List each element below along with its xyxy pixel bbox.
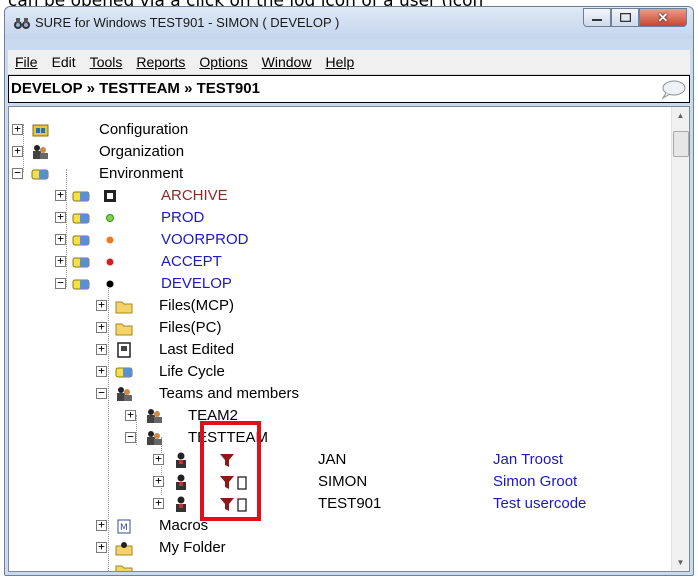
expand-toggle[interactable]: + — [125, 409, 136, 421]
user-icon — [176, 496, 186, 512]
document-icon — [117, 342, 131, 358]
people-icon — [147, 409, 162, 423]
minimize-icon — [592, 18, 602, 21]
expand-toggle[interactable]: + — [96, 541, 107, 553]
menu-bar: File Edit Tools Reports Options Window H… — [8, 50, 690, 75]
tree-item-last-edited[interactable]: + Last Edited — [9, 339, 671, 361]
tree-item-archive[interactable]: + ARCHIVE — [9, 185, 671, 207]
breadcrumb-bar: DEVELOP » TESTTEAM » TEST901 — [8, 75, 690, 103]
speech-balloon-icon[interactable] — [660, 79, 686, 99]
tree-item-my-folder[interactable]: + My Folder — [9, 537, 671, 559]
tree-item-voorprod[interactable]: + VOORPROD — [9, 229, 671, 251]
title-bar[interactable]: SURE for Windows TEST901 - SIMON ( DEVEL… — [5, 7, 693, 39]
menu-help[interactable]: Help — [318, 54, 361, 70]
tree-item-develop[interactable]: − DEVELOP — [9, 273, 671, 295]
expand-toggle[interactable]: + — [12, 145, 23, 157]
expand-toggle[interactable]: + — [153, 475, 164, 487]
expand-toggle[interactable]: + — [55, 189, 66, 201]
tree-item-accept[interactable]: + ACCEPT — [9, 251, 671, 273]
expand-toggle[interactable]: + — [12, 123, 23, 135]
menu-reports[interactable]: Reports — [129, 54, 192, 70]
folder-icon — [115, 565, 133, 571]
configuration-icon — [32, 124, 49, 137]
tree-item-life-cycle[interactable]: + Life Cycle — [9, 361, 671, 383]
status-dot-black-icon — [106, 280, 114, 288]
user-folder-icon — [115, 542, 133, 556]
breadcrumb: DEVELOP » TESTTEAM » TEST901 — [11, 80, 260, 97]
environment-icon — [72, 279, 90, 290]
collapse-toggle[interactable]: − — [125, 431, 136, 443]
expand-toggle[interactable]: + — [153, 453, 164, 465]
status-dot-red-icon — [106, 258, 114, 266]
menu-edit[interactable]: Edit — [45, 54, 83, 70]
vertical-scrollbar[interactable]: ▲ ▼ — [671, 107, 689, 571]
binoculars-icon — [14, 18, 30, 29]
tree-item-files-mcp[interactable]: + Files(MCP) — [9, 295, 671, 317]
expand-toggle[interactable]: + — [96, 321, 107, 333]
maximize-button[interactable] — [611, 8, 639, 27]
environment-icon — [72, 257, 90, 268]
collapse-toggle[interactable]: − — [96, 387, 107, 399]
tree-item-teams[interactable]: − Teams and members — [9, 383, 671, 405]
tree-item-organization[interactable]: + Organization — [9, 141, 671, 163]
tree-item-configuration[interactable]: + Configuration — [9, 119, 671, 141]
maximize-icon — [619, 13, 631, 22]
environment-icon — [115, 367, 133, 378]
tree-rows: + Configuration + Organization − Environ… — [9, 107, 671, 571]
folder-icon — [115, 323, 133, 336]
close-icon: ✕ — [657, 9, 669, 25]
svg-text:M: M — [120, 523, 128, 533]
environment-icon — [72, 235, 90, 246]
people-icon — [117, 387, 132, 401]
expand-toggle[interactable]: + — [96, 299, 107, 311]
tree-item-partial — [9, 559, 671, 571]
tree-item-testteam[interactable]: − TESTTEAM — [9, 427, 671, 449]
user-icon — [176, 474, 186, 490]
menu-window[interactable]: Window — [255, 54, 319, 70]
minimize-button[interactable] — [583, 8, 611, 27]
menu-tools[interactable]: Tools — [83, 54, 130, 70]
expand-toggle[interactable]: + — [96, 519, 107, 531]
collapse-toggle[interactable]: − — [55, 277, 66, 289]
app-window: SURE for Windows TEST901 - SIMON ( DEVEL… — [4, 6, 694, 576]
tree-item-member-simon[interactable]: + SIMON Simon Groot — [9, 471, 671, 493]
tree-view[interactable]: + Configuration + Organization − Environ… — [8, 106, 690, 572]
scroll-down-arrow-icon[interactable]: ▼ — [672, 554, 689, 571]
user-icon — [176, 452, 186, 468]
tree-item-files-pc[interactable]: + Files(PC) — [9, 317, 671, 339]
tree-item-member-jan[interactable]: + JAN Jan Troost — [9, 449, 671, 471]
environment-icon — [72, 213, 90, 224]
window-title: SURE for Windows TEST901 - SIMON ( DEVEL… — [35, 15, 340, 30]
status-dot-orange-icon — [106, 236, 114, 244]
highlight-box — [200, 421, 261, 521]
menu-options[interactable]: Options — [192, 54, 254, 70]
environment-icon — [72, 191, 90, 202]
scroll-thumb[interactable] — [673, 131, 689, 157]
expand-toggle[interactable]: + — [96, 365, 107, 377]
expand-toggle[interactable]: + — [153, 497, 164, 509]
people-icon — [147, 431, 162, 445]
people-icon — [33, 145, 48, 159]
folder-icon — [115, 301, 133, 314]
expand-toggle[interactable]: + — [96, 343, 107, 355]
archive-box-icon — [104, 190, 116, 202]
expand-toggle[interactable]: + — [55, 255, 66, 267]
status-dot-green-icon — [106, 214, 114, 222]
close-button[interactable]: ✕ — [639, 8, 687, 27]
tree-item-member-test901[interactable]: + TEST901 Test usercode — [9, 493, 671, 515]
tree-item-team2[interactable]: + TEAM2 — [9, 405, 671, 427]
tree-item-prod[interactable]: + PROD — [9, 207, 671, 229]
menu-file[interactable]: File — [8, 54, 45, 70]
scroll-up-arrow-icon[interactable]: ▲ — [672, 107, 689, 124]
tree-item-environment[interactable]: − Environment — [9, 163, 671, 185]
macro-icon: M — [117, 519, 131, 534]
expand-toggle[interactable]: + — [55, 233, 66, 245]
collapse-toggle[interactable]: − — [12, 167, 23, 179]
environment-icon — [31, 169, 49, 180]
expand-toggle[interactable]: + — [55, 211, 66, 223]
tree-item-macros[interactable]: + M Macros — [9, 515, 671, 537]
